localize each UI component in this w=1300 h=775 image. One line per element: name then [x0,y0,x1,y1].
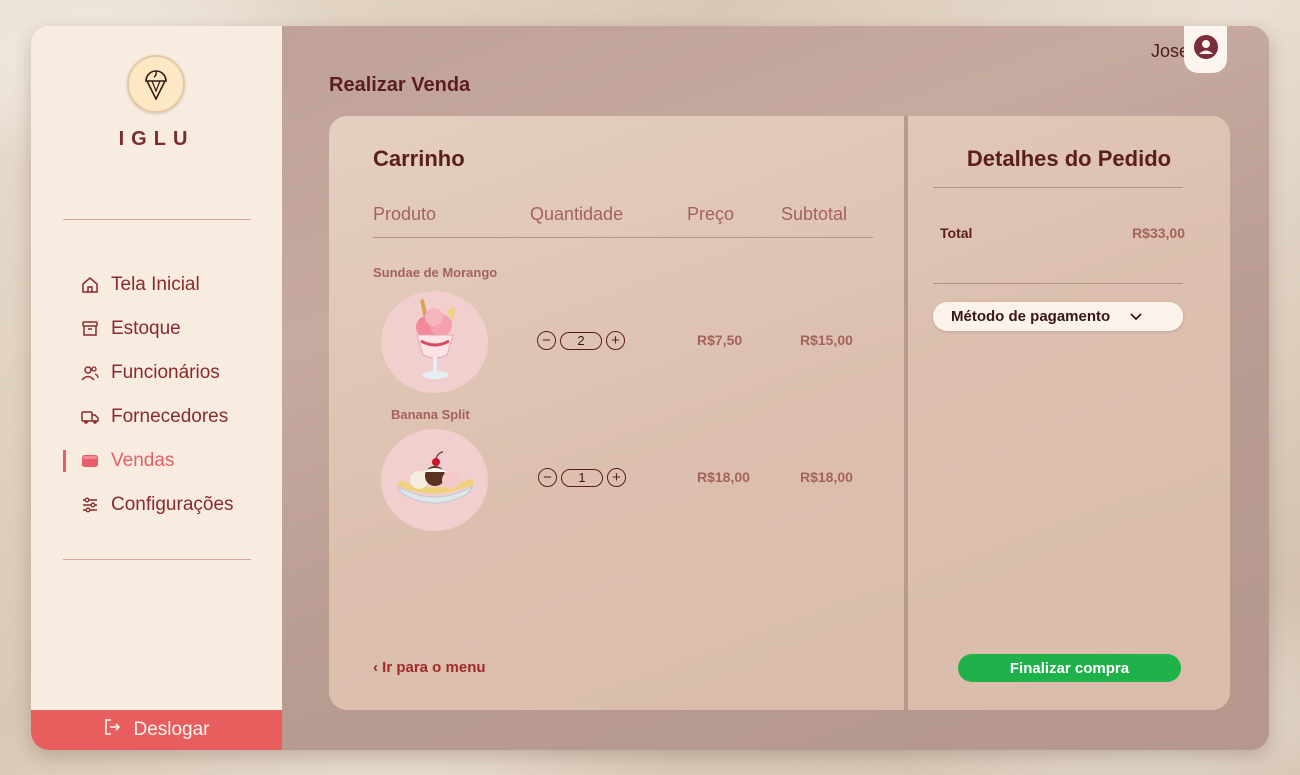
brand-name: IGLU [118,128,195,150]
details-divider [933,187,1183,188]
order-details-title: Detalhes do Pedido [966,146,1172,171]
sidebar-divider [63,219,251,220]
quantity-stepper: − 2 + [537,331,625,350]
cart-title: Carrinho [373,146,465,171]
sidebar-item-label: Vendas [111,450,175,471]
sidebar-item-label: Configurações [111,494,234,515]
sidebar-item-label: Funcionários [111,362,220,383]
back-to-menu-link[interactable]: ‹ Ir para o menu [373,659,486,676]
sidebar-item-tela-inicial[interactable]: Tela Inicial [81,274,200,296]
item-price: R$18,00 [697,469,750,485]
header-divider [373,237,873,238]
archive-box-icon [81,320,99,338]
users-icon [81,364,99,382]
order-details-section: Detalhes do Pedido Total R$33,00 Método … [908,116,1230,710]
sidebar-item-label: Tela Inicial [111,274,200,295]
sliders-icon [81,496,99,514]
app-window: IGLU Tela Inicial Estoque Funcionários F… [31,26,1269,750]
sidebar-item-funcionarios[interactable]: Funcionários [81,362,220,384]
sidebar-item-label: Estoque [111,318,181,339]
column-header-preco: Preço [687,204,735,224]
item-subtotal: R$15,00 [800,332,853,348]
sidebar: IGLU Tela Inicial Estoque Funcionários F… [31,26,282,750]
details-divider [933,283,1183,284]
ice-cream-logo-icon [127,55,185,113]
home-icon [81,276,99,294]
total-value: R$33,00 [1132,225,1185,241]
item-subtotal: R$18,00 [800,469,853,485]
column-header-subtotal: Subtotal [781,204,848,224]
user-avatar-button[interactable] [1184,26,1227,73]
active-indicator [63,450,66,472]
logout-button[interactable]: Deslogar [31,710,282,750]
payment-method-select[interactable]: Método de pagamento [933,302,1183,331]
quantity-value[interactable]: 1 [561,468,603,487]
item-price: R$7,50 [697,332,743,348]
main-content: Jose Realizar Venda Carrinho Produto Qua… [282,26,1269,750]
payment-method-label: Método de pagamento [951,308,1111,325]
sidebar-item-fornecedores[interactable]: Fornecedores [81,406,228,428]
decrease-quantity-button[interactable]: − [538,468,557,487]
cart-section: Carrinho Produto Quantidade Preço Subtot… [329,116,904,710]
wallet-icon [81,452,99,470]
product-name: Sundae de Morango [373,265,498,280]
finish-purchase-button[interactable]: Finalizar compra [958,654,1181,682]
increase-quantity-button[interactable]: + [607,468,626,487]
sundae-image [381,291,488,393]
column-header-quantidade: Quantidade [530,204,624,224]
total-label: Total [940,225,973,241]
sidebar-item-label: Fornecedores [111,406,229,427]
truck-icon [81,408,99,426]
logout-label: Deslogar [133,719,210,740]
increase-quantity-button[interactable]: + [606,331,625,350]
quantity-stepper: − 1 + [538,468,626,487]
sale-panel: Carrinho Produto Quantidade Preço Subtot… [329,116,1230,710]
sidebar-item-configuracoes[interactable]: Configurações [81,494,234,516]
logout-icon [103,718,121,742]
page-title: Realizar Venda [329,74,471,96]
user-avatar-icon [1193,34,1219,65]
quantity-value[interactable]: 2 [560,331,602,350]
sidebar-item-vendas[interactable]: Vendas [81,450,174,472]
sidebar-item-estoque[interactable]: Estoque [81,318,181,340]
column-header-produto: Produto [373,204,437,224]
product-name: Banana Split [391,407,470,422]
sidebar-divider [63,559,251,560]
banana-split-image [381,429,488,531]
decrease-quantity-button[interactable]: − [537,331,556,350]
chevron-down-icon [1130,308,1142,325]
